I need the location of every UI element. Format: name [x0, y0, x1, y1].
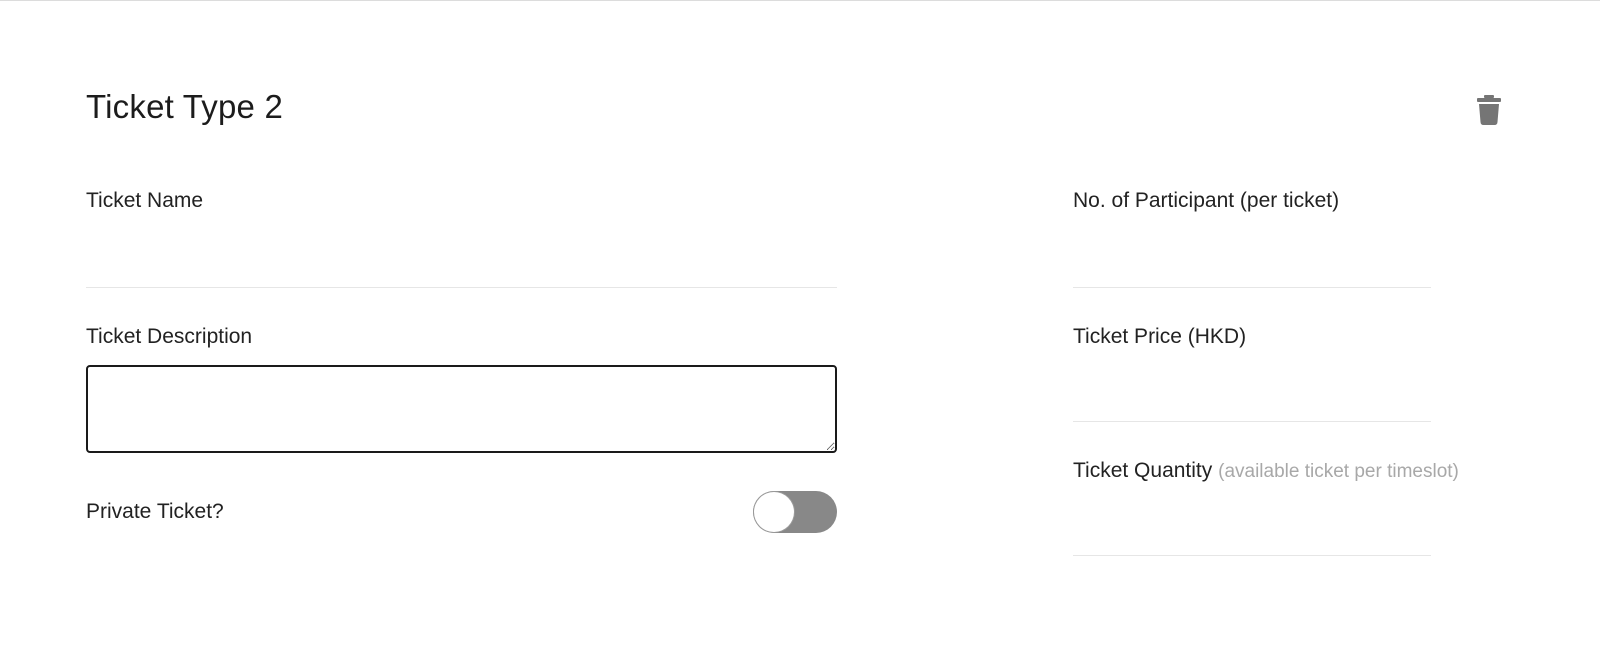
- private-ticket-label: Private Ticket?: [86, 500, 224, 523]
- ticket-quantity-label-text: Ticket Quantity: [1073, 459, 1213, 482]
- ticket-name-input[interactable]: [86, 240, 837, 288]
- ticket-quantity-input[interactable]: [1073, 508, 1431, 556]
- ticket-name-label: Ticket Name: [86, 189, 204, 212]
- private-ticket-toggle[interactable]: [753, 491, 837, 533]
- participants-input[interactable]: [1073, 240, 1431, 288]
- delete-ticket-button[interactable]: [1472, 93, 1506, 127]
- participants-label: No. of Participant (per ticket): [1073, 189, 1340, 212]
- ticket-quantity-label: Ticket Quantity (available ticket per ti…: [1073, 459, 1459, 483]
- ticket-price-label: Ticket Price (HKD): [1073, 325, 1247, 348]
- ticket-price-input[interactable]: [1073, 374, 1431, 422]
- ticket-quantity-hint: (available ticket per timeslot): [1218, 461, 1459, 482]
- ticket-description-label: Ticket Description: [86, 325, 253, 348]
- card-title: Ticket Type 2: [86, 88, 284, 125]
- ticket-description-textarea[interactable]: [86, 365, 837, 453]
- toggle-knob: [754, 492, 794, 532]
- top-divider: [0, 0, 1600, 1]
- trash-icon: [1476, 95, 1502, 125]
